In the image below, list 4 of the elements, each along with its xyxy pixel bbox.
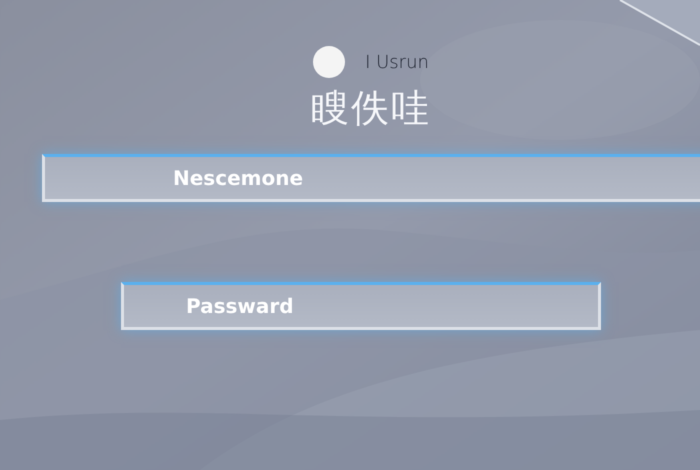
login-title: 瞍佚哇 (311, 85, 431, 132)
user-label: I Usrun (365, 52, 429, 72)
password-field[interactable]: Passward (121, 282, 601, 330)
username-field[interactable]: Nescemone (42, 154, 700, 202)
